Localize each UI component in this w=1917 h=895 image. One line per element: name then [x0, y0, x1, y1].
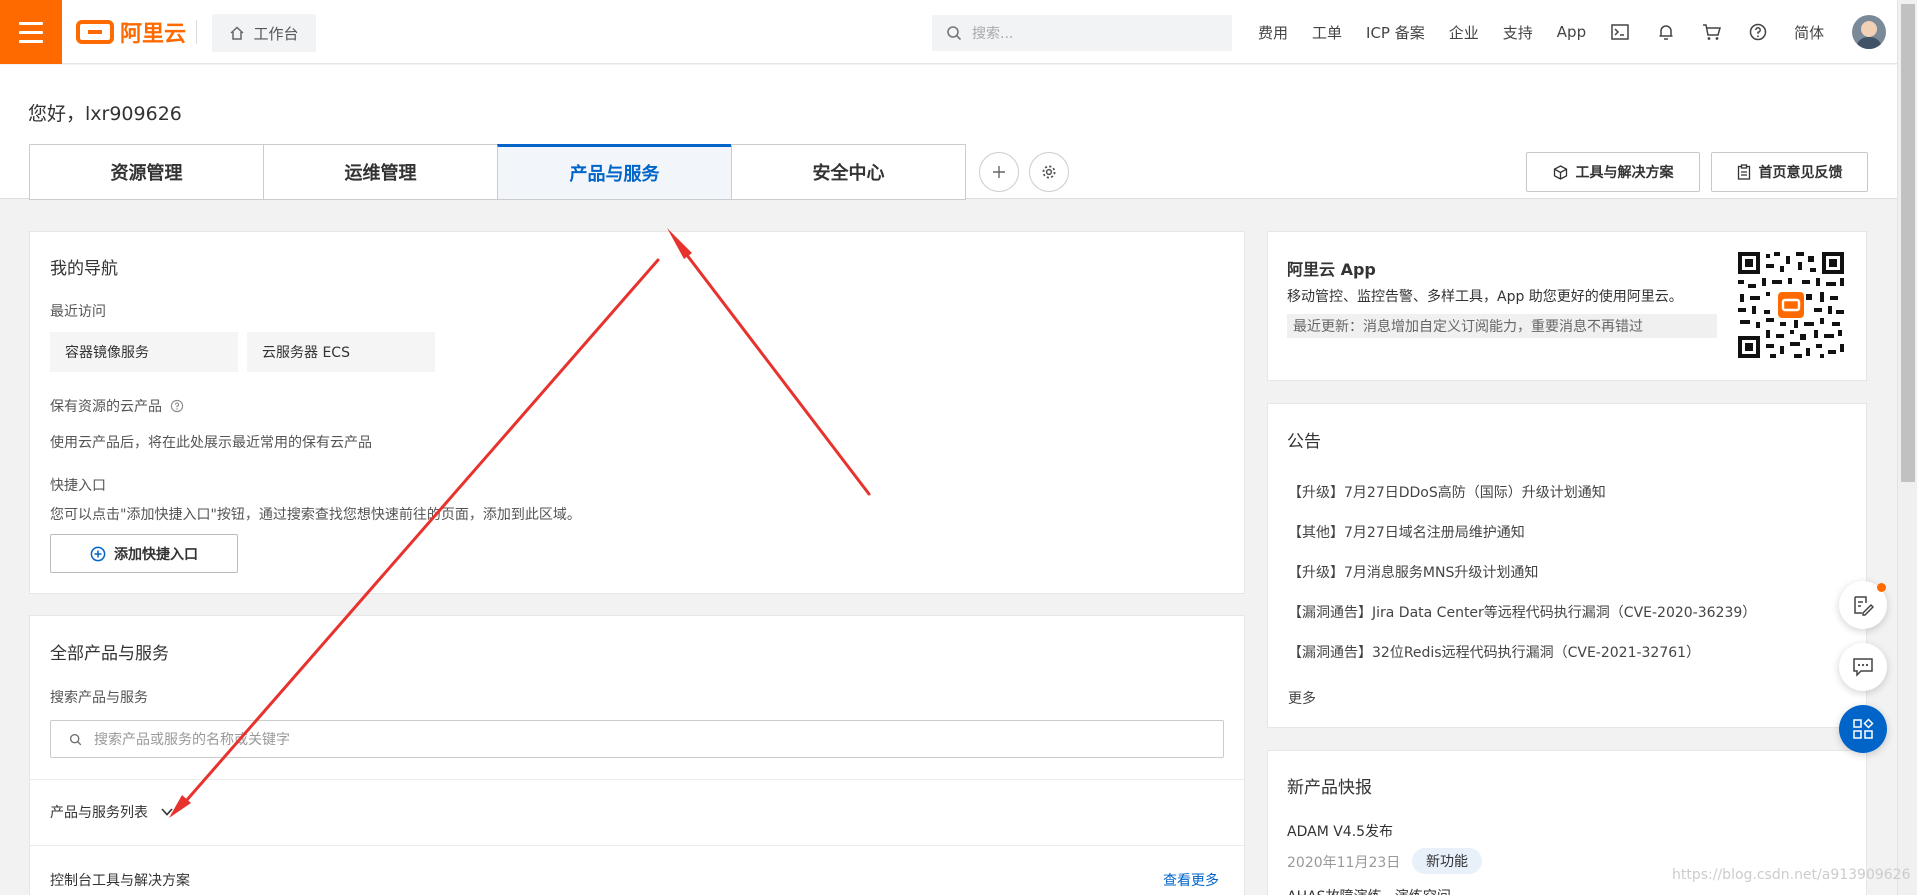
chat-float-button[interactable]	[1839, 643, 1887, 691]
aliyun-logo[interactable]: 阿里云	[76, 18, 187, 47]
new-products-title: 新产品快报	[1287, 778, 1372, 798]
console-tools-label: 控制台工具与解决方案	[50, 873, 190, 889]
search-icon	[69, 733, 82, 745]
menu-button[interactable]	[0, 0, 62, 64]
add-shortcut-button[interactable]: 添加快捷入口	[50, 534, 238, 573]
tab-resource-management[interactable]: 资源管理	[29, 144, 264, 200]
top-nav-links: 费用 工单 ICP 备案 企业 支持 App 简体	[1258, 0, 1848, 64]
feedback-label: 首页意见反馈	[1758, 165, 1843, 181]
apps-float-button[interactable]	[1839, 705, 1887, 753]
nav-tickets[interactable]: 工单	[1312, 22, 1342, 43]
divider	[196, 20, 197, 44]
announcement-item[interactable]: 【升级】7月27日DDoS高防（国际）升级计划通知	[1288, 482, 1606, 502]
nav-icp[interactable]: ICP 备案	[1366, 22, 1425, 43]
divider	[30, 779, 1244, 780]
cart-icon[interactable]	[1702, 22, 1722, 42]
nav-billing[interactable]: 费用	[1258, 22, 1288, 43]
all-products-title: 全部产品与服务	[50, 644, 169, 664]
announcement-item[interactable]: 【漏洞通告】32位Redis远程代码执行漏洞（CVE-2021-32761）	[1288, 642, 1700, 662]
clipboard-icon	[1737, 164, 1750, 180]
greeting: 您好，lxr909626	[28, 103, 182, 125]
news-item-tag: 新功能	[1412, 848, 1482, 874]
bell-icon[interactable]	[1656, 22, 1676, 42]
add-shortcut-label: 添加快捷入口	[114, 546, 198, 563]
search-icon	[947, 26, 962, 41]
search-placeholder: 搜索...	[972, 26, 1014, 42]
nav-app[interactable]: App	[1557, 23, 1586, 41]
tab-products-services[interactable]: 产品与服务	[497, 144, 732, 200]
owned-products-label: 保有资源的云产品	[50, 396, 184, 416]
news-item-date: 2020年11月23日	[1287, 855, 1401, 871]
notification-dot	[1877, 583, 1886, 592]
news-item-title[interactable]: AHAS故障演练 · 演练空间	[1287, 886, 1451, 895]
home-icon	[230, 26, 244, 40]
chevron-down-icon	[161, 808, 174, 816]
global-search-input[interactable]: 搜索...	[932, 15, 1232, 51]
shortcut-desc: 您可以点击"添加快捷入口"按钮，通过搜索查找您想快速前往的页面，添加到此区域。	[50, 507, 581, 523]
divider	[30, 845, 1244, 846]
news-item-title[interactable]: ADAM V4.5发布	[1287, 821, 1393, 841]
announcement-item[interactable]: 【其他】7月27日域名注册局维护通知	[1288, 522, 1525, 542]
my-navigation-title: 我的导航	[50, 259, 118, 279]
announcement-item[interactable]: 【升级】7月消息服务MNS升级计划通知	[1288, 562, 1538, 582]
nav-support[interactable]: 支持	[1503, 22, 1533, 43]
scrollbar-thumb[interactable]	[1901, 4, 1915, 482]
cube-icon	[1553, 164, 1567, 180]
chat-icon	[1853, 658, 1873, 677]
announcements-title: 公告	[1287, 432, 1321, 452]
product-search-input[interactable]: 搜索产品或服务的名称或关键字	[50, 720, 1224, 758]
recent-item-container-registry[interactable]: 容器镜像服务	[50, 332, 238, 372]
recent-visits-label: 最近访问	[50, 304, 106, 320]
plus-icon	[993, 166, 1005, 178]
product-search-label: 搜索产品与服务	[50, 690, 148, 706]
aliyun-logo-icon	[76, 20, 114, 44]
edit-icon	[1854, 596, 1874, 616]
qr-code	[1736, 250, 1846, 360]
info-icon[interactable]	[170, 399, 184, 413]
add-tab-button[interactable]	[979, 152, 1019, 192]
grid-apps-icon	[1853, 718, 1874, 739]
tools-solutions-button[interactable]: 工具与解决方案	[1526, 152, 1700, 192]
watermark: https://blog.csdn.net/a913909626	[1672, 867, 1911, 883]
shortcut-label: 快捷入口	[50, 478, 106, 494]
workbench-button[interactable]: 工作台	[212, 14, 316, 52]
gear-icon	[1042, 165, 1056, 179]
tab-settings-button[interactable]	[1029, 152, 1069, 192]
product-search-placeholder: 搜索产品或服务的名称或关键字	[94, 732, 290, 748]
recent-item-ecs[interactable]: 云服务器 ECS	[247, 332, 435, 372]
workbench-label: 工作台	[253, 24, 299, 43]
page-scrollbar[interactable]	[1897, 0, 1917, 895]
logo-text: 阿里云	[120, 22, 187, 47]
see-more-link[interactable]: 查看更多	[1163, 870, 1219, 890]
tab-security-center[interactable]: 安全中心	[731, 144, 966, 200]
feedback-button[interactable]: 首页意见反馈	[1711, 152, 1868, 192]
dashboard-tabs: 资源管理 运维管理 产品与服务 安全中心	[29, 144, 966, 200]
help-icon[interactable]	[1748, 22, 1768, 42]
plus-circle-icon	[90, 546, 106, 561]
user-avatar[interactable]	[1852, 15, 1886, 49]
tools-solutions-label: 工具与解决方案	[1575, 165, 1674, 181]
terminal-icon[interactable]	[1610, 22, 1630, 42]
nav-enterprise[interactable]: 企业	[1449, 22, 1479, 43]
app-card-title: 阿里云 App	[1287, 260, 1376, 279]
language-switch[interactable]: 简体	[1794, 22, 1824, 43]
menu-icon	[19, 21, 43, 25]
announcement-item[interactable]: 【漏洞通告】Jira Data Center等远程代码执行漏洞（CVE-2020…	[1288, 602, 1756, 622]
product-list-toggle[interactable]: 产品与服务列表	[50, 802, 174, 822]
tab-operations-management[interactable]: 运维管理	[263, 144, 498, 200]
top-navigation-bar: 阿里云 工作台 搜索... 费用 工单 ICP 备案 企业 支持 App 简体	[0, 0, 1897, 64]
app-update-note: 最近更新：消息增加自定义订阅能力，重要消息不再错过	[1287, 314, 1717, 338]
dashboard-header: 您好，lxr909626 资源管理 运维管理 产品与服务 安全中心 工具与解决方…	[0, 65, 1897, 200]
owned-products-desc: 使用云产品后，将在此处展示最近常用的保有云产品	[50, 435, 372, 451]
announcements-more-link[interactable]: 更多	[1288, 688, 1316, 708]
app-card-desc: 移动管控、监控告警、多样工具，App 助您更好的使用阿里云。	[1287, 289, 1683, 305]
